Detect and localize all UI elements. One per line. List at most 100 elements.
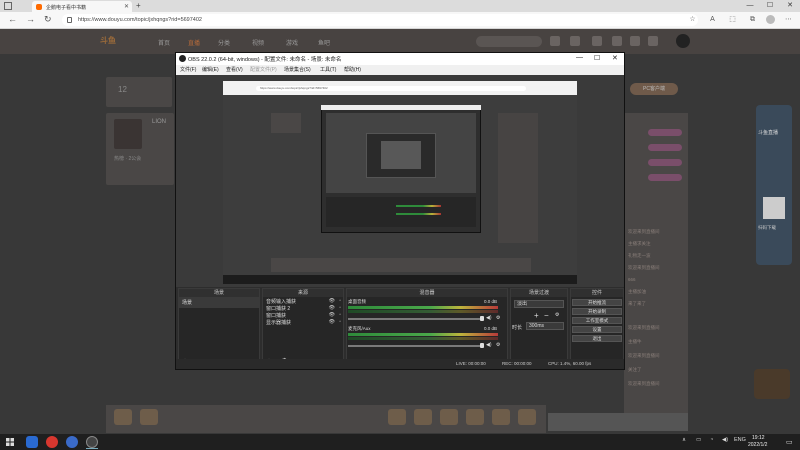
live-status: LIVE: 00:00:00 bbox=[456, 361, 486, 366]
desktop-volume-meter bbox=[348, 310, 498, 313]
obs-window: OBS 22.0.2 (64-bit, windows) - 配置文件: 未命名… bbox=[175, 52, 625, 370]
mic-volume-fader[interactable] bbox=[348, 345, 482, 347]
event-badge[interactable] bbox=[754, 369, 790, 399]
obs-close-icon[interactable]: ✕ bbox=[612, 54, 618, 62]
clock-date[interactable]: 2022/1/2 bbox=[748, 442, 767, 448]
collections-icon[interactable]: ⧉ bbox=[748, 15, 757, 24]
reload-icon[interactable]: ↻ bbox=[44, 14, 52, 25]
source-item[interactable]: 窗口捕获 2 👁 ▫ bbox=[263, 304, 343, 312]
nav-category[interactable]: 分类 bbox=[218, 38, 230, 47]
minimize-icon[interactable]: — bbox=[742, 0, 758, 12]
extensions-icon[interactable]: ⬚ bbox=[728, 15, 737, 24]
notification-icon[interactable]: ▭ bbox=[786, 438, 794, 446]
desktop-fader-knob[interactable] bbox=[480, 316, 484, 321]
obs-minimize-icon[interactable]: — bbox=[576, 54, 583, 61]
gift-item[interactable] bbox=[388, 409, 406, 425]
gear-icon[interactable]: ⚙ bbox=[496, 315, 500, 321]
scene-item[interactable]: 场景 bbox=[179, 297, 259, 308]
forward-icon[interactable]: → bbox=[26, 14, 35, 24]
menu-scene-collection[interactable]: 场景集合(S) bbox=[284, 66, 311, 73]
gift-item[interactable] bbox=[440, 409, 458, 425]
streamer-name[interactable]: LION bbox=[152, 119, 166, 125]
clock-time[interactable]: 19:12 bbox=[752, 435, 765, 441]
tab-actions-icon[interactable] bbox=[4, 2, 12, 10]
mic-volume-meter bbox=[348, 337, 498, 340]
language-indicator[interactable]: ENG bbox=[734, 437, 746, 443]
network-icon[interactable]: ▭ bbox=[696, 437, 701, 443]
chat-input[interactable] bbox=[548, 413, 688, 431]
gift-item[interactable] bbox=[114, 409, 132, 425]
history-icon[interactable] bbox=[550, 36, 560, 46]
netease-app-icon[interactable] bbox=[46, 436, 58, 448]
menu-tools[interactable]: 工具(T) bbox=[320, 66, 336, 73]
user-avatar[interactable] bbox=[676, 34, 690, 48]
volume-icon[interactable]: ◀) bbox=[722, 437, 728, 443]
source-item[interactable]: 窗口捕获 👁 ▫ bbox=[263, 311, 343, 319]
exit-button[interactable]: 退出 bbox=[572, 335, 622, 342]
tray-chevron-icon[interactable]: ∧ bbox=[682, 437, 686, 443]
message-icon[interactable] bbox=[612, 36, 622, 46]
browser-tab[interactable]: 企鹅电子看中书籍 ✕ bbox=[32, 1, 132, 12]
menu-help[interactable]: 帮助(H) bbox=[344, 66, 361, 73]
desktop-volume-fader[interactable] bbox=[348, 318, 482, 320]
nav-home[interactable]: 首页 bbox=[158, 38, 170, 47]
source-item[interactable]: 音频输入捕获 👁 ▫ bbox=[263, 297, 343, 305]
gift-item[interactable] bbox=[466, 409, 484, 425]
duration-input[interactable]: 300ms bbox=[526, 322, 564, 330]
studio-mode-button[interactable]: 工作室模式 bbox=[572, 317, 622, 324]
obs-maximize-icon[interactable]: ☐ bbox=[594, 54, 600, 62]
site-logo[interactable]: 斗鱼 bbox=[100, 35, 130, 47]
close-tab-icon[interactable]: ✕ bbox=[124, 3, 129, 10]
obs-app-icon[interactable] bbox=[86, 436, 98, 448]
lock-icon[interactable]: ▫ bbox=[339, 319, 341, 325]
source-item[interactable]: 显示器捕获 👁 ▫ bbox=[263, 318, 343, 326]
address-bar[interactable]: https://www.douyu.com/topic/jxhqngs?rid=… bbox=[62, 14, 698, 26]
start-live-icon[interactable] bbox=[648, 36, 658, 46]
obs-logo-icon bbox=[179, 55, 186, 62]
nav-live[interactable]: 直播 bbox=[188, 38, 200, 47]
menu-view[interactable]: 查看(V) bbox=[226, 66, 243, 73]
add-transition-icon[interactable]: + bbox=[534, 311, 539, 320]
speaker-icon[interactable]: ◀) bbox=[486, 342, 492, 348]
settings-button[interactable]: 设置 bbox=[572, 326, 622, 333]
follow-icon[interactable] bbox=[570, 36, 580, 46]
sources-dock-title: 来源 bbox=[263, 289, 343, 297]
pc-client-button[interactable]: PC客户端 bbox=[630, 83, 678, 95]
transition-settings-icon[interactable]: ⚙ bbox=[555, 312, 559, 318]
more-menu-icon[interactable]: ⋯ bbox=[784, 15, 793, 24]
chat-app-icon[interactable] bbox=[66, 436, 78, 448]
new-tab-icon[interactable]: + bbox=[136, 1, 141, 10]
edge-app-icon[interactable] bbox=[26, 436, 38, 448]
menu-file[interactable]: 文件(F) bbox=[180, 66, 196, 73]
chat-line: 关注了 bbox=[628, 367, 642, 372]
speaker-icon[interactable]: ◀) bbox=[486, 315, 492, 321]
menu-profile[interactable]: 配置文件(P) bbox=[250, 66, 277, 73]
wifi-icon[interactable]: ◔ bbox=[710, 437, 713, 443]
mic-fader-knob[interactable] bbox=[480, 343, 484, 348]
close-window-icon[interactable]: ✕ bbox=[782, 0, 798, 12]
nav-video[interactable]: 视频 bbox=[252, 38, 264, 47]
favorite-star-icon[interactable]: ☆ bbox=[688, 15, 697, 24]
gear-icon[interactable]: ⚙ bbox=[496, 342, 500, 348]
start-icon[interactable] bbox=[6, 438, 14, 446]
nav-game[interactable]: 游戏 bbox=[286, 38, 298, 47]
download-icon[interactable] bbox=[592, 36, 602, 46]
profile-avatar[interactable] bbox=[766, 15, 775, 24]
read-aloud-icon[interactable]: A bbox=[708, 15, 717, 24]
nav-fishbar[interactable]: 鱼吧 bbox=[318, 38, 330, 47]
site-search-input[interactable] bbox=[476, 36, 542, 47]
remove-transition-icon[interactable]: − bbox=[544, 311, 549, 320]
start-streaming-button[interactable]: 开始推流 bbox=[572, 299, 622, 306]
menu-edit[interactable]: 编辑(E) bbox=[202, 66, 219, 73]
gift-item[interactable] bbox=[492, 409, 510, 425]
maximize-icon[interactable]: ☐ bbox=[762, 0, 778, 12]
gift-item[interactable] bbox=[518, 409, 536, 425]
eye-icon[interactable]: 👁 bbox=[329, 319, 335, 325]
gift-item[interactable] bbox=[414, 409, 432, 425]
back-icon[interactable]: ← bbox=[8, 14, 17, 24]
transition-select[interactable]: 淡出 bbox=[514, 300, 564, 308]
chat-line: 主播牛 bbox=[628, 339, 642, 344]
gift-item[interactable] bbox=[140, 409, 158, 425]
task-icon[interactable] bbox=[630, 36, 640, 46]
start-recording-button[interactable]: 开始录制 bbox=[572, 308, 622, 315]
